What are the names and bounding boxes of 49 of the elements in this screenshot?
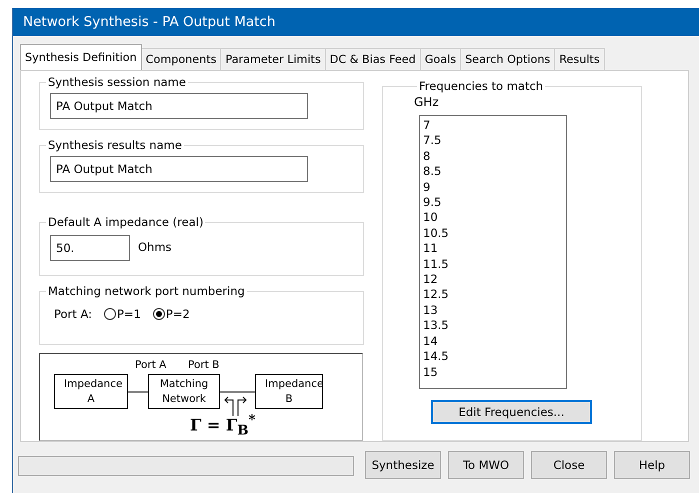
group-label: Frequencies to match xyxy=(418,79,544,93)
frequency-item[interactable]: 12.5 xyxy=(423,287,563,303)
frequency-item[interactable]: 14.5 xyxy=(423,349,563,364)
results-name-field[interactable]: PA Output Match xyxy=(50,156,308,182)
unit-label: GHz xyxy=(414,95,439,109)
group-label: Synthesis session name xyxy=(47,75,187,89)
reflection-arrows-icon xyxy=(224,396,247,416)
impedance-block: Impedance A xyxy=(54,374,128,409)
frequency-item[interactable]: 8.5 xyxy=(423,164,563,180)
impedance-block: Impedance B xyxy=(255,374,323,409)
radio-option[interactable]: P=2 xyxy=(152,307,190,322)
frequency-item[interactable]: 11 xyxy=(423,241,563,257)
dialog-button[interactable]: Synthesize xyxy=(365,451,441,479)
frequency-item[interactable]: 8 xyxy=(423,148,563,164)
port-label: Port A xyxy=(135,358,166,371)
wire xyxy=(220,391,256,392)
frequency-item[interactable]: 10.5 xyxy=(423,226,563,242)
frequency-item[interactable]: 12 xyxy=(423,272,563,288)
matching-network-block: Matching Network xyxy=(148,374,220,409)
port-label: Port B xyxy=(188,358,220,371)
frequency-item[interactable]: 13.5 xyxy=(423,318,563,334)
dialog-button[interactable]: To MWO xyxy=(448,451,524,479)
frequency-item[interactable]: 15 xyxy=(423,364,563,380)
window-title: Network Synthesis - PA Output Match xyxy=(23,14,276,30)
edit-frequencies-button[interactable]: Edit Frequencies... xyxy=(431,400,592,424)
impedance-field[interactable]: 50. xyxy=(50,235,130,262)
frequency-item[interactable]: 9.5 xyxy=(423,195,563,210)
group-label: Default A impedance (real) xyxy=(47,215,204,230)
port-label: Port A: xyxy=(54,307,92,322)
tab[interactable]: Synthesis Definition xyxy=(20,44,142,70)
unit-label: Ohms xyxy=(138,240,172,254)
dialog-button[interactable]: Close xyxy=(531,451,607,479)
frequency-item[interactable]: 10 xyxy=(423,210,563,226)
group-label: Synthesis results name xyxy=(47,138,183,152)
tab[interactable]: Results xyxy=(554,48,605,70)
group-label: Matching network port numbering xyxy=(47,284,246,298)
frequency-item[interactable]: 13 xyxy=(423,302,563,318)
frequency-item[interactable]: 7.5 xyxy=(423,133,563,149)
radio-button[interactable] xyxy=(104,308,116,320)
frequency-item[interactable]: 7 xyxy=(423,118,563,134)
radio-option[interactable]: P=1 xyxy=(104,307,141,322)
frequency-list[interactable]: 7 7.5 8 8.5 9 9.5 10 10.5 11 11.5 12 12.5 13 13.5 14 14.5 15 xyxy=(419,115,567,389)
frequency-item[interactable]: 11.5 xyxy=(423,256,563,272)
frequency-item[interactable]: 9 xyxy=(423,180,563,196)
radio-button[interactable] xyxy=(152,308,165,320)
frequency-item[interactable]: 14 xyxy=(423,334,563,350)
session-name-field[interactable]: PA Output Match xyxy=(50,93,308,119)
dialog-button[interactable]: Help xyxy=(614,451,690,479)
wire xyxy=(128,391,148,392)
